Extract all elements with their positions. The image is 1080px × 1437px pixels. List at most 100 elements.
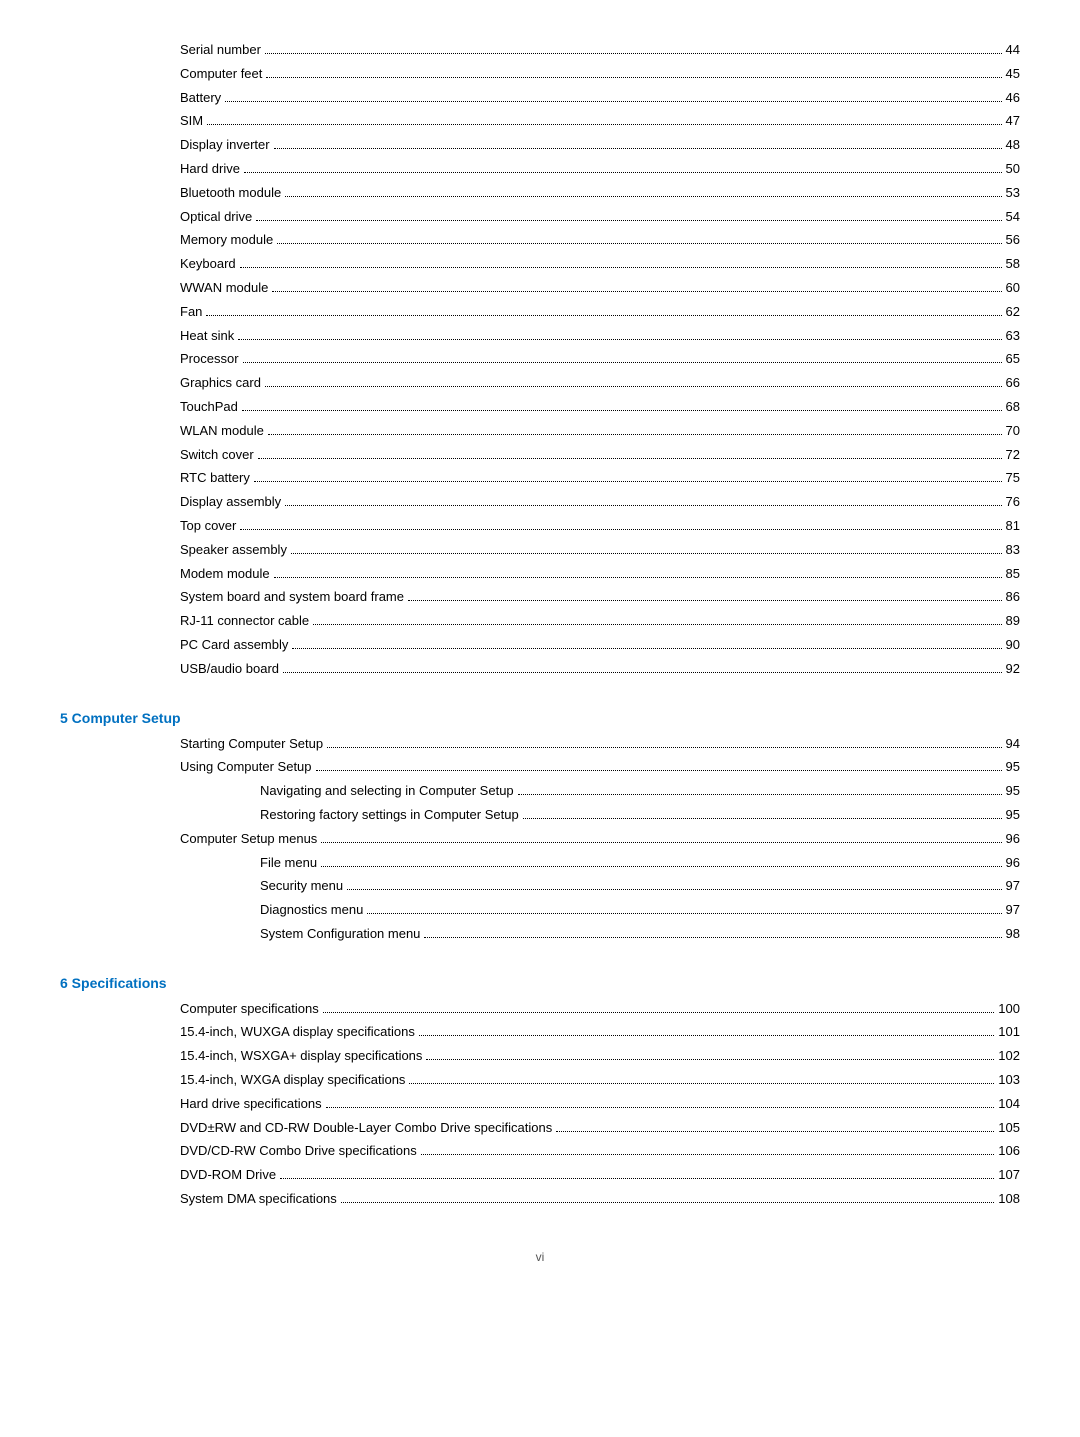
toc-entry-page: 72: [1006, 445, 1020, 466]
toc-entry: Restoring factory settings in Computer S…: [60, 805, 1020, 826]
section6-entries: Computer specifications10015.4-inch, WUX…: [60, 999, 1020, 1210]
toc-dots: [421, 1154, 995, 1155]
toc-dots: [313, 624, 1001, 625]
toc-entry: Computer feet 45: [60, 64, 1020, 85]
toc-entry-label: Serial number: [180, 40, 261, 61]
toc-entry-page: 44: [1006, 40, 1020, 61]
toc-entry: Graphics card66: [60, 373, 1020, 394]
toc-dots: [323, 1012, 995, 1013]
toc-dots: [327, 747, 1001, 748]
toc-entry-page: 90: [1006, 635, 1020, 656]
toc-entry: 15.4-inch, WXGA display specifications10…: [60, 1070, 1020, 1091]
toc-dots: [266, 77, 1001, 78]
toc-dots: [367, 913, 1001, 914]
toc-dots: [265, 386, 1002, 387]
toc-entry: Bluetooth module 53: [60, 183, 1020, 204]
toc-entry-label: Computer feet: [180, 64, 262, 85]
toc-dots: [240, 529, 1001, 530]
toc-entry-label: Hard drive specifications: [180, 1094, 322, 1115]
toc-entry-label: Using Computer Setup: [180, 757, 312, 778]
toc-entry-label: Bluetooth module: [180, 183, 281, 204]
toc-entry-page: 76: [1006, 492, 1020, 513]
toc-entry: WWAN module60: [60, 278, 1020, 299]
toc-dots: [258, 458, 1002, 459]
toc-entry-page: 105: [998, 1118, 1020, 1139]
toc-dots: [280, 1178, 994, 1179]
toc-entry-label: System board and system board frame: [180, 587, 404, 608]
toc-entry-label: Graphics card: [180, 373, 261, 394]
toc-entry: DVD-ROM Drive107: [60, 1165, 1020, 1186]
toc-entry-page: 70: [1006, 421, 1020, 442]
page-number: vi: [536, 1250, 545, 1264]
toc-entry: 15.4-inch, WUXGA display specifications1…: [60, 1022, 1020, 1043]
toc-dots: [285, 505, 1001, 506]
toc-entry-page: 54: [1006, 207, 1020, 228]
section6-header: 6 Specifications: [60, 975, 1020, 991]
toc-entry-page: 96: [1006, 853, 1020, 874]
toc-entry: Keyboard 58: [60, 254, 1020, 275]
toc-entry-label: RJ-11 connector cable: [180, 611, 309, 632]
toc-entry-page: 63: [1006, 326, 1020, 347]
toc-entry-label: System Configuration menu: [260, 924, 420, 945]
toc-entry-label: Navigating and selecting in Computer Set…: [260, 781, 514, 802]
toc-entry: System Configuration menu 98: [60, 924, 1020, 945]
toc-entry: WLAN module 70: [60, 421, 1020, 442]
toc-entry-label: DVD/CD-RW Combo Drive specifications: [180, 1141, 417, 1162]
toc-entry: Hard drive50: [60, 159, 1020, 180]
toc-dots: [206, 315, 1001, 316]
toc-dots: [316, 770, 1002, 771]
toc-dots: [347, 889, 1001, 890]
toc-entry: Optical drive54: [60, 207, 1020, 228]
toc-entry-label: RTC battery: [180, 468, 250, 489]
toc-dots: [518, 794, 1002, 795]
toc-entry-label: Keyboard: [180, 254, 236, 275]
toc-entry-page: 104: [998, 1094, 1020, 1115]
toc-entry: Heat sink63: [60, 326, 1020, 347]
toc-entry: Using Computer Setup 95: [60, 757, 1020, 778]
toc-dots: [274, 577, 1002, 578]
toc-entry-page: 96: [1006, 829, 1020, 850]
toc-entry-label: WLAN module: [180, 421, 264, 442]
toc-entry-label: TouchPad: [180, 397, 238, 418]
toc-entry: Processor65: [60, 349, 1020, 370]
toc-entry: Display inverter48: [60, 135, 1020, 156]
toc-entry-label: 15.4-inch, WSXGA+ display specifications: [180, 1046, 422, 1067]
toc-entry-page: 85: [1006, 564, 1020, 585]
toc-entry-page: 101: [998, 1022, 1020, 1043]
toc-dots: [265, 53, 1002, 54]
toc-entry-label: Battery: [180, 88, 221, 109]
toc-entry-page: 56: [1006, 230, 1020, 251]
toc-entry-label: File menu: [260, 853, 317, 874]
toc-entry: Computer specifications100: [60, 999, 1020, 1020]
toc-entry-label: Top cover: [180, 516, 236, 537]
toc-entry-label: Diagnostics menu: [260, 900, 363, 921]
toc-entry-label: Modem module: [180, 564, 270, 585]
toc-entry-page: 95: [1006, 757, 1020, 778]
toc-dots: [285, 196, 1001, 197]
toc-entry-page: 83: [1006, 540, 1020, 561]
toc-entry-page: 98: [1006, 924, 1020, 945]
toc-dots: [326, 1107, 995, 1108]
toc-entry-page: 92: [1006, 659, 1020, 680]
toc-entry: 15.4-inch, WSXGA+ display specifications…: [60, 1046, 1020, 1067]
toc-dots: [291, 553, 1002, 554]
toc-dots: [244, 172, 1002, 173]
toc-entry: Navigating and selecting in Computer Set…: [60, 781, 1020, 802]
toc-entry-label: Hard drive: [180, 159, 240, 180]
toc-entry: Top cover81: [60, 516, 1020, 537]
toc-entry-label: DVD±RW and CD-RW Double-Layer Combo Driv…: [180, 1118, 552, 1139]
toc-dots: [419, 1035, 994, 1036]
toc-dots: [272, 291, 1001, 292]
toc-dots: [242, 410, 1002, 411]
toc-entry-page: 45: [1006, 64, 1020, 85]
toc-entry: RJ-11 connector cable89: [60, 611, 1020, 632]
toc-entry-label: 15.4-inch, WXGA display specifications: [180, 1070, 405, 1091]
toc-entry: System board and system board frame86: [60, 587, 1020, 608]
toc-entry-label: Display assembly: [180, 492, 281, 513]
top-toc-section: Serial number44Computer feet45Battery46S…: [60, 40, 1020, 680]
toc-entry: Speaker assembly83: [60, 540, 1020, 561]
toc-entry-page: 97: [1006, 900, 1020, 921]
toc-entry-page: 58: [1006, 254, 1020, 275]
toc-entry-page: 53: [1006, 183, 1020, 204]
toc-dots: [321, 842, 1001, 843]
